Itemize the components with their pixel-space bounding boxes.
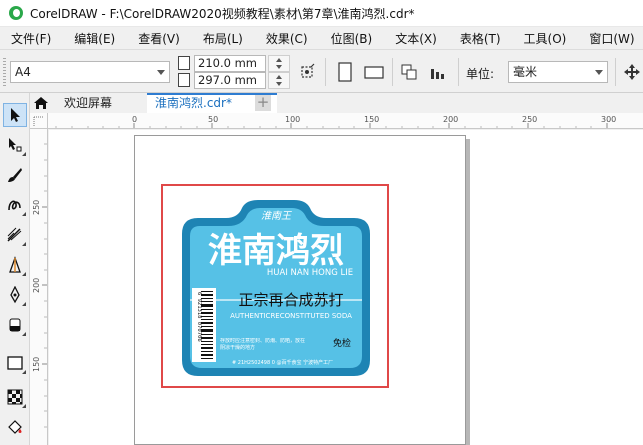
fill-icon[interactable] [3, 415, 27, 439]
label-footer: # 21H2502498 0 @百千食宝 宁波特产工厂 [232, 359, 333, 366]
rectangle-icon[interactable] [3, 351, 27, 375]
label-badge: 免检 [333, 337, 351, 349]
menu-tools[interactable]: 工具(O) [524, 30, 567, 47]
label-storage-note: 存放时应注意密封、防潮、防晒，放在阴凉干燥的地方 [220, 338, 306, 351]
units-label: 单位: [466, 67, 495, 81]
vertical-ruler[interactable]: 250 200 150 [30, 129, 48, 445]
page-width-input[interactable]: 210.0 mm [194, 55, 266, 72]
separator [615, 58, 616, 86]
menu-file[interactable]: 文件(F) [11, 30, 51, 47]
height-spinner[interactable] [268, 72, 290, 89]
artistic-media-icon[interactable] [3, 223, 27, 247]
pick-tool-icon[interactable] [3, 103, 27, 127]
separator [392, 58, 393, 86]
page-size-value: A4 [15, 65, 31, 79]
label-note-container: 存放时应注意密封、防潮、防晒，放在阴凉干燥的地方 [220, 338, 306, 351]
toolbar-grip[interactable] [3, 58, 6, 86]
units-value: 毫米 [513, 65, 538, 79]
document-tab-bar: 欢迎屏幕 淮南鸿烈.cdr* + [30, 93, 643, 113]
ruler-tick-label: 50 [208, 115, 218, 124]
barcode-digits: 6 921318 070706 [196, 292, 202, 342]
ruler-tick-label: 0 [132, 115, 137, 124]
menu-effects[interactable]: 效果(C) [266, 30, 308, 47]
ruler-origin[interactable] [30, 113, 48, 129]
transform-icon[interactable] [295, 60, 319, 84]
ruler-tick-label: 100 [285, 115, 300, 124]
menu-window[interactable]: 窗口(W) [589, 30, 634, 47]
ruler-tick-label: 250 [522, 115, 537, 124]
menu-layout[interactable]: 布局(L) [203, 30, 243, 47]
landscape-button[interactable] [362, 60, 386, 84]
label-pinyin: HUAI NAN HONG LIE [267, 268, 353, 278]
window-title: CorelDRAW - F:\CorelDRAW2020视频教程\素材\第7章\… [30, 6, 415, 21]
menu-bitmaps[interactable]: 位图(B) [331, 30, 373, 47]
contour-icon[interactable] [3, 253, 27, 277]
barcode [192, 288, 216, 362]
menu-text[interactable]: 文本(X) [395, 30, 437, 47]
portrait-button[interactable] [333, 60, 357, 84]
ruler-tick-label: 300 [601, 115, 616, 124]
label-slogan: 正宗再合成苏打 [238, 291, 343, 309]
home-icon[interactable] [30, 93, 52, 113]
shape-tool-icon[interactable] [3, 133, 27, 157]
chevron-down-icon [595, 70, 603, 75]
ruler-tick-label: 250 [32, 200, 41, 215]
label-english-text: AUTHENTICRECONSTITUTED SODA [230, 312, 352, 320]
all-pages-icon[interactable] [397, 60, 421, 84]
horizontal-ruler[interactable]: 0 50 100 150 200 250 300 [48, 113, 643, 129]
ruler-tick-label: 200 [32, 278, 41, 293]
add-tab-button[interactable]: + [255, 95, 271, 111]
toolbox [0, 93, 30, 445]
units-select[interactable]: 毫米 [508, 61, 608, 83]
coreldraw-logo-icon [8, 5, 24, 21]
nudge-icon[interactable] [620, 60, 643, 84]
menu-edit[interactable]: 编辑(E) [74, 30, 115, 47]
label-brand-title: 淮南鸿烈 [208, 231, 344, 271]
eraser-icon[interactable] [3, 313, 27, 337]
separator [325, 58, 326, 86]
soda-label-artwork[interactable]: 淮南王 淮南鸿烈 HUAI NAN HONG LIE 6 921318 0707… [180, 198, 372, 378]
property-bar: A4 210.0 mm 297.0 mm 单位: 毫米 [0, 49, 643, 93]
menu-table[interactable]: 表格(T) [460, 30, 501, 47]
menu-bar: 文件(F) 编辑(E) 查看(V) 布局(L) 效果(C) 位图(B) 文本(X… [0, 27, 643, 49]
height-icon [178, 73, 190, 87]
width-spinner[interactable] [268, 55, 290, 72]
brush-tool-icon[interactable] [3, 163, 27, 187]
page-size-select[interactable]: A4 [10, 61, 170, 83]
ruler-tick-label: 150 [32, 357, 41, 372]
separator [458, 58, 459, 86]
chevron-down-icon [157, 70, 165, 75]
title-bar: CorelDRAW - F:\CorelDRAW2020视频教程\素材\第7章\… [0, 0, 643, 27]
freehand-tool-icon[interactable] [3, 193, 27, 217]
label-top-tab-text: 淮南王 [261, 210, 292, 222]
pen-icon[interactable] [3, 283, 27, 307]
menu-view[interactable]: 查看(V) [138, 30, 180, 47]
page-height-input[interactable]: 297.0 mm [194, 72, 266, 89]
current-page-icon[interactable] [426, 60, 450, 84]
checker-icon[interactable] [3, 385, 27, 409]
ruler-tick-label: 200 [443, 115, 458, 124]
ruler-tick-label: 150 [364, 115, 379, 124]
tab-welcome[interactable]: 欢迎屏幕 [56, 93, 146, 113]
width-icon [178, 56, 190, 70]
